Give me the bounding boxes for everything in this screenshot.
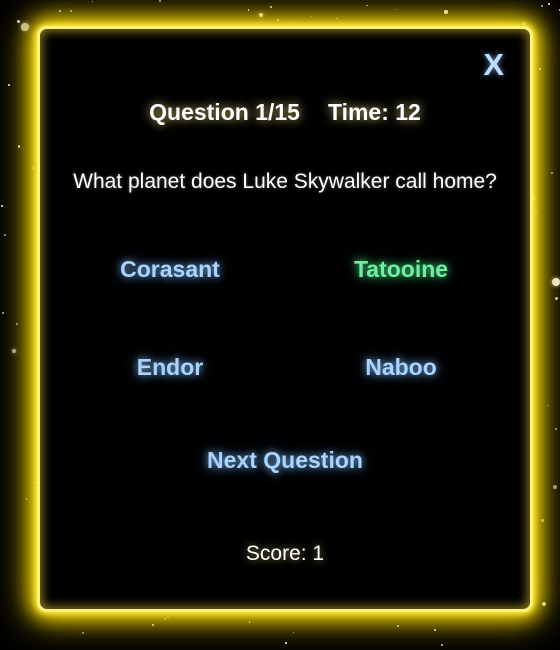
star [285,642,287,644]
answer-option-endor[interactable]: Endor [70,354,270,381]
star [433,629,436,631]
star [247,9,250,11]
star [310,15,313,18]
star [440,644,443,647]
star [538,68,542,71]
star [550,172,554,175]
star [17,145,21,148]
timer: Time: 12 [327,99,421,125]
star [277,19,280,22]
close-button[interactable]: X [483,47,504,83]
star [288,22,290,25]
star [31,166,34,169]
star [336,18,338,20]
star [167,616,169,618]
game-screen: X Question 1/15 Time: 12 What planet does… [0,0,560,650]
quiz-panel: X Question 1/15 Time: 12 What planet does… [37,26,533,612]
answer-option-naboo[interactable]: Naboo [301,354,501,381]
star [81,632,84,635]
star [534,211,537,213]
star [69,9,73,13]
star [542,602,547,607]
star [21,23,29,31]
star [8,84,10,87]
score-display: Score: 1 [245,542,325,565]
star [548,3,551,6]
star [292,632,295,634]
star [547,404,550,407]
next-question-button[interactable]: Next Question [40,447,530,474]
star [553,485,557,489]
star [444,10,448,14]
star [540,5,543,7]
star [366,5,368,7]
question-text: What planet does Luke Skywalker call hom… [73,170,497,193]
star [16,323,19,325]
star [11,349,16,354]
star [26,498,28,500]
star [396,8,398,10]
star [58,10,61,13]
star [270,6,273,9]
star [158,0,162,3]
star [92,0,94,2]
star [554,428,557,431]
star [552,277,560,286]
answer-option-corasant[interactable]: Corasant [70,256,270,283]
quiz-header: Question 1/15 Time: 12 [40,99,530,126]
star [3,233,6,236]
star [554,296,559,301]
question-counter: Question 1/15 [149,99,300,125]
star [258,12,264,18]
star [248,621,251,623]
star [17,19,21,23]
answer-option-tatooine[interactable]: Tatooine [301,256,501,283]
star [152,624,154,626]
star [540,519,544,523]
star [397,625,399,627]
star [1,311,4,314]
star [1,205,4,208]
star [163,617,167,621]
star [33,482,36,484]
